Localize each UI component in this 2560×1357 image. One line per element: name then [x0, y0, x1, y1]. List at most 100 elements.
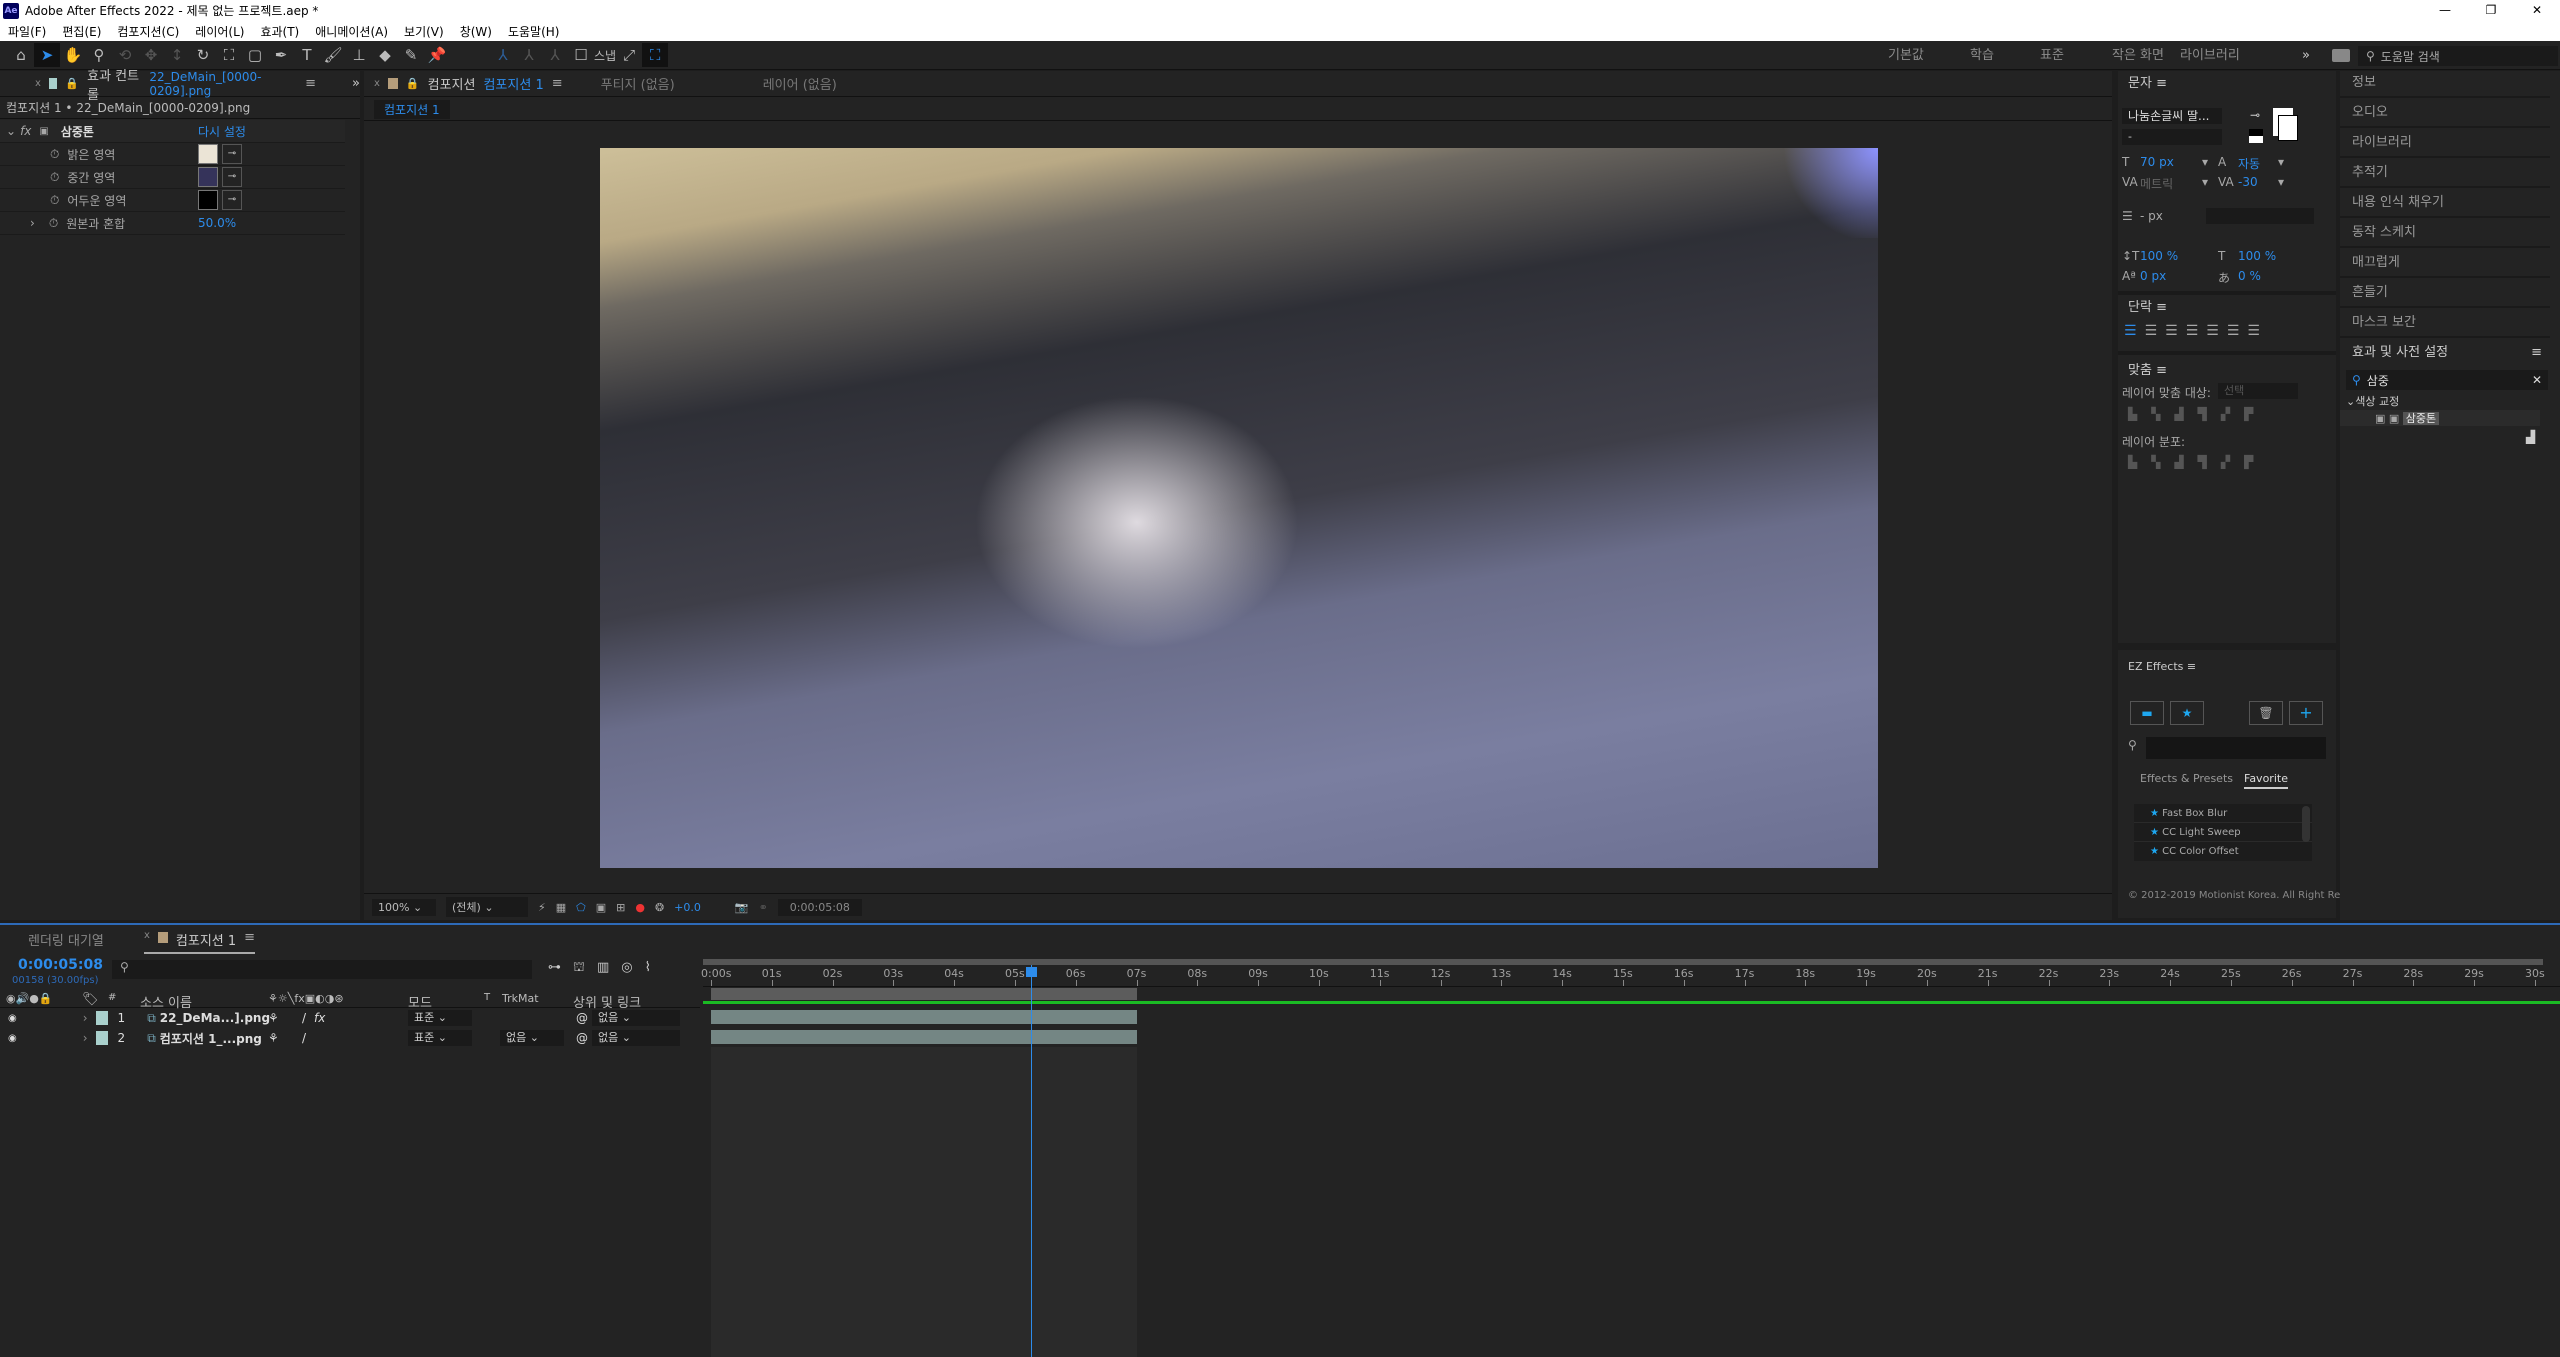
snap-frame-icon[interactable]: ⛶	[642, 43, 669, 67]
region-of-interest-icon[interactable]: ▣	[596, 901, 606, 914]
stopwatch-icon[interactable]: ⏱	[50, 147, 59, 162]
eyedropper-icon[interactable]: ⊸	[222, 167, 242, 187]
panel-menu-icon[interactable]: ≡	[2187, 660, 2196, 673]
clear-search-icon[interactable]: ✕	[2532, 373, 2542, 387]
anchor-tool-icon[interactable]: ⛶	[216, 43, 242, 67]
hand-tool-icon[interactable]: ✋	[60, 43, 86, 67]
trkmat-dropdown[interactable]: 없음 ⌄	[500, 1030, 564, 1046]
list-scrollbar[interactable]	[2302, 806, 2310, 842]
playhead-handle[interactable]	[1026, 967, 1038, 977]
timeline-comp-tab[interactable]: x 컴포지션 1 ≡	[144, 930, 256, 954]
category-color-correction[interactable]: ⌄색상 교정	[2346, 393, 2399, 409]
effect-controls-layer[interactable]: 22_DeMain_[0000-0209].png	[149, 70, 297, 98]
folder-button[interactable]: ▬	[2130, 701, 2164, 725]
comp-flowchart-icon[interactable]: ⊶	[548, 960, 561, 977]
reset-link[interactable]: 다시 설정	[198, 123, 246, 140]
menu-window[interactable]: 창(W)	[452, 23, 500, 40]
align-left-icon[interactable]: ☰	[2124, 323, 2137, 339]
pickwhip-icon[interactable]: @	[576, 1011, 588, 1025]
layer-name[interactable]: 컴포지션 1_...png	[160, 1030, 262, 1047]
snapshot-icon[interactable]: 📷	[735, 901, 749, 914]
align-layer-icons[interactable]: ▙▚▟▜▞▛	[2128, 407, 2267, 421]
minimize-button[interactable]: —	[2422, 0, 2468, 21]
workspace-learn[interactable]: 학습	[1970, 41, 1994, 70]
layer-row[interactable]: ◉ › 1 ⧉ 22_DeMa...].png ⚘ / fx 표준 ⌄ @ 없음…	[0, 1008, 700, 1028]
panel-info[interactable]: 정보	[2340, 68, 2550, 98]
mode-dropdown[interactable]: 표준 ⌄	[408, 1030, 472, 1046]
layer-1-duration-bar[interactable]	[711, 1010, 1137, 1024]
timeline-tracks[interactable]: 0:00s 01s 02s 03s 04s 05s 06s 07s 08s 09s 10s 11s 12…	[701, 955, 2560, 1357]
favorite-button[interactable]: ★	[2170, 701, 2204, 725]
menu-effect[interactable]: 효과(T)	[252, 23, 307, 40]
layer-search-input[interactable]: ⚲	[112, 960, 532, 979]
leading-value[interactable]: 자동	[2238, 155, 2260, 172]
expand-chevron-icon[interactable]: ›	[30, 216, 35, 230]
footage-tab[interactable]: 푸티지 (없음)	[601, 74, 675, 93]
dropdown-arrow-icon[interactable]: ▾	[2278, 155, 2284, 169]
comp-flowchart-tab[interactable]: 컴포지션 1	[374, 100, 450, 119]
add-button[interactable]: +	[2289, 701, 2323, 725]
home-icon[interactable]: ⌂	[8, 43, 34, 67]
more-panels-icon[interactable]: »	[352, 76, 360, 91]
color-channels-icon[interactable]: ●	[635, 901, 645, 914]
composition-tab[interactable]: 컴포지션	[428, 74, 476, 93]
pen-tool-icon[interactable]: ✒	[268, 43, 294, 67]
close-tab-icon[interactable]: x	[35, 78, 41, 89]
render-queue-tab[interactable]: 렌더링 대기열	[28, 930, 104, 949]
fast-preview-icon[interactable]: ⚡	[538, 901, 546, 914]
layer-tab[interactable]: 레이어 (없음)	[763, 74, 837, 93]
dropdown-arrow-icon[interactable]: ▾	[2202, 155, 2208, 169]
panel-menu-icon[interactable]: ≡	[552, 76, 563, 91]
quality-switch-icon[interactable]: /	[302, 1011, 306, 1025]
mask-visibility-icon[interactable]: ⬠	[576, 901, 586, 914]
frame-blending-icon[interactable]: ▥	[597, 960, 609, 977]
distribute-layer-icons[interactable]: ▙▚▟▜▞▛	[2128, 455, 2267, 469]
mode-dropdown[interactable]: 표준 ⌄	[408, 1010, 472, 1026]
clone-stamp-icon[interactable]: ⊥	[346, 43, 372, 67]
expand-chevron-icon[interactable]: ›	[83, 1031, 88, 1045]
zoom-tool-icon[interactable]: ⚲	[86, 43, 112, 67]
effects-search-input[interactable]: ⚲ 삼중 ✕	[2346, 370, 2548, 390]
snap-checkbox[interactable]: ☐	[568, 43, 594, 67]
panel-smoother[interactable]: 매끄럽게	[2340, 248, 2550, 278]
local-axis-icon[interactable]: ⅄	[490, 43, 516, 67]
default-colors-icon[interactable]	[2249, 129, 2263, 143]
list-item[interactable]: ★ CC Light Sweep	[2134, 823, 2312, 842]
menu-edit[interactable]: 편집(E)	[54, 23, 109, 40]
exposure-reset-icon[interactable]: ❂	[655, 901, 664, 914]
panel-libraries[interactable]: 라이브러리	[2340, 128, 2550, 158]
menu-help[interactable]: 도움말(H)	[500, 23, 568, 40]
stopwatch-icon[interactable]: ⏱	[49, 216, 58, 231]
selection-tool-icon[interactable]: ➤	[34, 43, 60, 67]
align-right-icon[interactable]: ☰	[2165, 323, 2178, 339]
show-snapshot-icon[interactable]: ⚭	[759, 901, 768, 914]
fx-switch-icon[interactable]: fx	[314, 1011, 325, 1025]
label-color-swatch[interactable]	[95, 1031, 108, 1045]
workspace-more[interactable]: »	[2302, 41, 2310, 70]
maximize-button[interactable]: ❐	[2468, 0, 2514, 21]
close-tab-icon[interactable]: x	[374, 78, 380, 89]
panel-mask-interpolation[interactable]: 마스크 보간	[2340, 308, 2550, 338]
exposure-value[interactable]: +0.0	[674, 901, 701, 914]
stroke-color-swatch[interactable]	[2278, 115, 2298, 141]
panel-menu-icon[interactable]: ≡	[2156, 76, 2167, 91]
eraser-tool-icon[interactable]: ◆	[372, 43, 398, 67]
panel-menu-icon[interactable]: ≡	[2156, 363, 2167, 378]
work-area-bar[interactable]	[711, 988, 1137, 1000]
layer-name[interactable]: 22_DeMa...].png	[160, 1011, 270, 1025]
tracking-value[interactable]: -30	[2238, 175, 2258, 189]
eyedropper-icon[interactable]: ⊸	[2250, 108, 2260, 122]
lock-icon[interactable]: 🔒	[406, 77, 420, 90]
shy-switch-icon[interactable]: ⚘	[268, 1031, 279, 1045]
font-family-dropdown[interactable]: 나눔손글씨 딸...	[2122, 108, 2222, 124]
rectangle-tool-icon[interactable]: ▢	[242, 43, 268, 67]
blend-value[interactable]: 50.0%	[198, 216, 236, 230]
graph-editor-icon[interactable]: ⌇	[645, 960, 651, 977]
horizontal-scale-value[interactable]: 100 %	[2238, 249, 2276, 263]
resolution-dropdown[interactable]: (전체) ⌄	[446, 897, 528, 917]
viewer-timecode[interactable]: 0:00:05:08	[777, 898, 862, 916]
align-center-icon[interactable]: ☰	[2145, 323, 2158, 339]
workspace-libraries[interactable]: 라이브러리	[2180, 41, 2240, 70]
eyedropper-icon[interactable]: ⊸	[222, 144, 242, 164]
stopwatch-icon[interactable]: ⏱	[50, 170, 59, 185]
